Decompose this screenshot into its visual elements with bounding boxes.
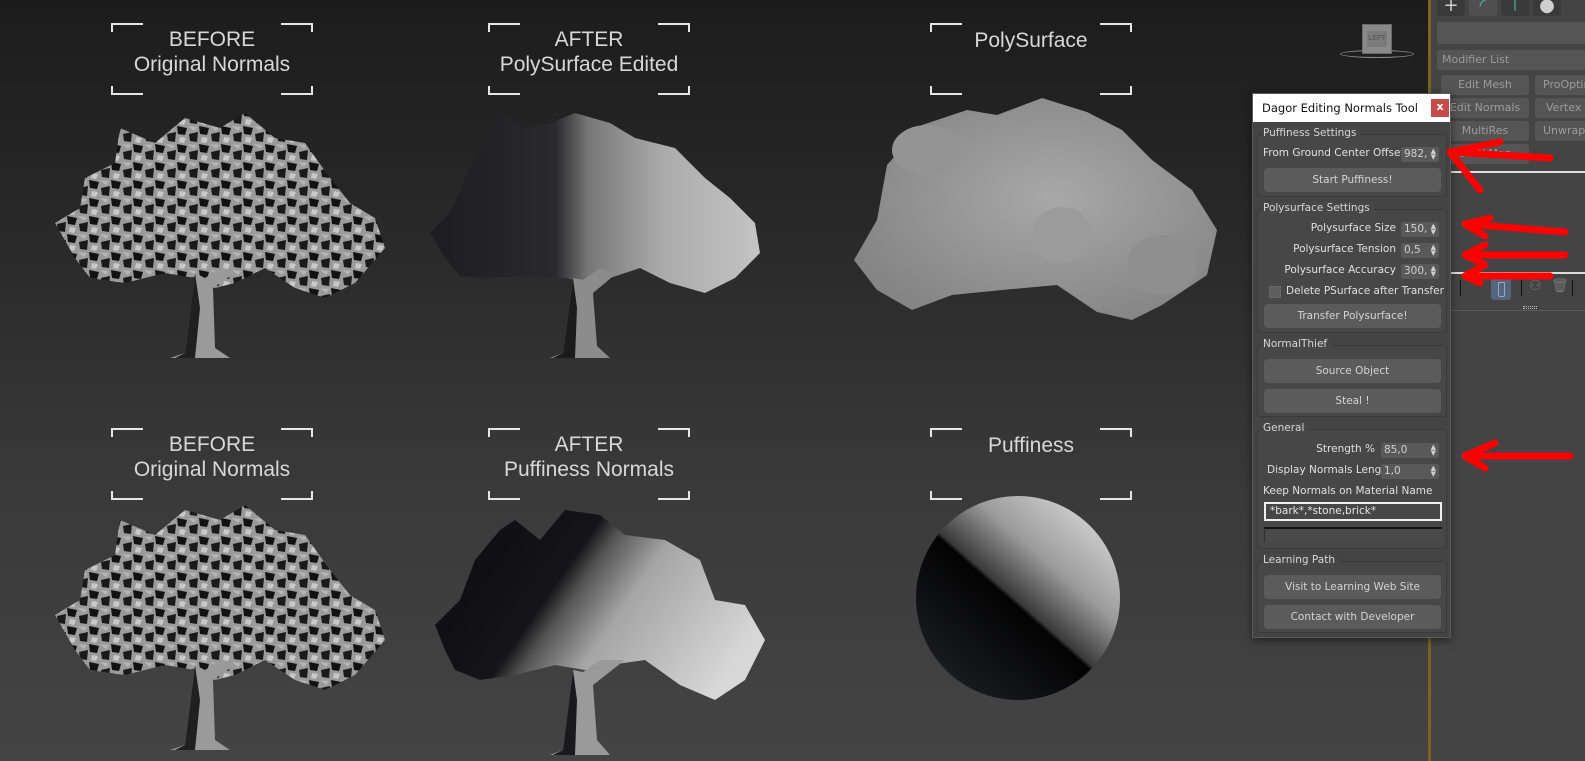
spinner-arrows-icon[interactable]: ▲ ▼ — [1431, 444, 1436, 457]
label-line2: Original Normals — [133, 458, 291, 481]
group-title: Puffiness Settings — [1263, 127, 1361, 139]
viewcube-label: LEFT — [1367, 31, 1387, 47]
polysurface-blob[interactable] — [852, 90, 1222, 325]
label-after-puffiness: AFTER Puffiness Normals — [488, 428, 690, 500]
contact-developer-button[interactable]: Contact with Developer — [1264, 605, 1441, 629]
viewcube-compass-ring[interactable] — [1340, 50, 1414, 58]
object-name-field[interactable] — [1437, 22, 1585, 44]
modifier-stack-top-divider — [1445, 171, 1585, 173]
modifier-list-dropdown[interactable]: Modifier List — [1437, 50, 1585, 70]
modifier-edit-mesh-button[interactable]: Edit Mesh — [1441, 75, 1529, 95]
tree-polysurface-edited[interactable] — [425, 108, 770, 363]
spinner-arrows-icon[interactable]: ▲ ▼ — [1431, 223, 1436, 236]
toolbar-separator — [1521, 280, 1522, 296]
polysurface-tension-label: Polysurface Tension — [1293, 243, 1396, 255]
label-polysurface: PolySurface — [930, 23, 1132, 95]
create-tab[interactable]: + — [1437, 0, 1465, 16]
modifier-uvw-map-button[interactable]: UVW Map — [1441, 144, 1529, 164]
spinner-value: 150, — [1404, 223, 1428, 235]
label-puffiness: Puffiness — [930, 428, 1132, 500]
show-end-result-button[interactable] — [1491, 278, 1511, 300]
dialog-title-bar[interactable]: Dagor Editing Normals Tool x — [1253, 94, 1450, 122]
spinner-arrows-icon[interactable]: ▲ ▼ — [1431, 265, 1436, 278]
spinner-value: 0,5 — [1404, 244, 1421, 256]
close-button[interactable]: x — [1431, 99, 1449, 117]
display-normals-length-spinner[interactable]: 1,0 ▲ ▼ — [1381, 464, 1439, 479]
strength-label: Strength % — [1316, 443, 1375, 455]
delete-psurface-checkbox[interactable] — [1269, 286, 1281, 298]
viewport[interactable]: BEFORE Original Normals AFTER PolySurfac… — [0, 0, 1428, 761]
display-normals-length-label: Display Normals Length — [1267, 464, 1393, 476]
label-after-polysurface: AFTER PolySurface Edited — [488, 23, 690, 95]
keep-normals-material-input[interactable]: *bark*,*stone,brick* — [1264, 502, 1442, 521]
source-object-button[interactable]: Source Object — [1264, 359, 1441, 383]
start-puffiness-button[interactable]: Start Puffiness! — [1264, 168, 1441, 192]
puffiness-sphere[interactable] — [915, 494, 1125, 704]
toolbar-separator — [1460, 280, 1461, 296]
visit-learning-site-button[interactable]: Visit to Learning Web Site — [1264, 575, 1441, 599]
label-before-original-bottom: BEFORE Original Normals — [111, 428, 313, 500]
keep-normals-label: Keep Normals on Material Name — [1263, 485, 1433, 497]
group-title: Learning Path — [1263, 554, 1339, 566]
learning-path-group: Learning Path Visit to Learning Web Site… — [1257, 554, 1447, 633]
spinner-arrows-icon[interactable]: ▲ ▼ — [1431, 148, 1436, 161]
spinner-value: 85,0 — [1384, 444, 1408, 456]
make-unique-icon[interactable]: ⚇ — [1529, 278, 1542, 294]
tree-original-normals-top[interactable] — [45, 108, 390, 363]
spinner-value: 1,0 — [1384, 465, 1401, 477]
spinner-value: 982, — [1404, 148, 1428, 160]
tree-original-normals-bottom[interactable] — [45, 500, 390, 755]
toolbar-separator — [1572, 280, 1573, 296]
label-before-original-top: BEFORE Original Normals — [111, 23, 313, 95]
normal-thief-group: NormalThief Source Object Steal ! — [1257, 338, 1447, 417]
polysurface-size-spinner[interactable]: 150, ▲ ▼ — [1401, 222, 1439, 237]
polysurface-size-label: Polysurface Size — [1310, 222, 1396, 234]
modify-icon: ◜ — [1479, 0, 1487, 16]
spinner-value: 300, — [1404, 265, 1428, 277]
modifier-stack-bottom-divider — [1445, 272, 1585, 274]
create-icon: + — [1443, 0, 1459, 16]
polysurface-settings-group: Polysurface Settings Polysurface Size 15… — [1257, 202, 1447, 333]
command-panel: + ◜ ⊤ ● Modifier List Edit Mesh ProOptim… — [1431, 0, 1585, 761]
dagor-editing-normals-dialog: Dagor Editing Normals Tool x Puffiness S… — [1252, 93, 1451, 638]
viewcube[interactable]: LEFT — [1340, 20, 1414, 60]
motion-tab[interactable]: ● — [1533, 0, 1561, 16]
polysurface-accuracy-spinner[interactable]: 300, ▲ ▼ — [1401, 264, 1439, 279]
spinner-arrows-icon[interactable]: ▲ ▼ — [1431, 465, 1436, 478]
group-title: General — [1263, 422, 1309, 434]
label-line2: PolySurface Edited — [499, 53, 679, 76]
polysurface-tension-spinner[interactable]: 0,5 ▲ ▼ — [1401, 243, 1439, 258]
spinner-arrows-icon[interactable]: ▲ ▼ — [1431, 244, 1436, 257]
command-panel-tabs: + ◜ ⊤ ● — [1431, 0, 1585, 16]
general-group: General Strength % 85,0 ▲ ▼ Display Norma… — [1257, 422, 1447, 549]
ground-offset-label: From Ground Center Offset — [1263, 147, 1405, 159]
modifier-unwrap-uvw-button[interactable]: Unwrap UVW — [1535, 121, 1585, 141]
hierarchy-tab[interactable]: ⊤ — [1501, 0, 1529, 16]
remove-modifier-icon[interactable]: 🗑 — [1551, 278, 1569, 294]
modifier-edit-normals-button[interactable]: Edit Normals — [1441, 98, 1529, 118]
motion-icon: ● — [1539, 0, 1555, 16]
label-line2: Puffiness Normals — [503, 458, 674, 481]
strength-spinner[interactable]: 85,0 ▲ ▼ — [1381, 443, 1439, 458]
modifier-multires-button[interactable]: MultiRes — [1441, 121, 1529, 141]
progress-bar — [1264, 527, 1442, 542]
polysurface-accuracy-label: Polysurface Accuracy — [1284, 264, 1396, 276]
label-line2: Original Normals — [133, 53, 291, 76]
hierarchy-icon: ⊤ — [1507, 0, 1523, 16]
puffiness-settings-group: Puffiness Settings From Ground Center Of… — [1257, 127, 1447, 197]
modifier-vertex-weld-button[interactable]: Vertex Weld — [1535, 98, 1585, 118]
group-title: NormalThief — [1263, 338, 1332, 350]
group-title: Polysurface Settings — [1263, 202, 1374, 214]
delete-psurface-label: Delete PSurface after Transfer — [1286, 285, 1444, 297]
ground-offset-spinner[interactable]: 982, ▲ ▼ — [1401, 147, 1439, 162]
modifier-stack-toolbar: › ⚇ 🗑 — [1445, 276, 1585, 302]
modifier-prooptimizer-button[interactable]: ProOptimizer — [1535, 75, 1585, 95]
tree-puffiness-normals[interactable] — [425, 500, 770, 755]
stack-separator — [1445, 310, 1585, 311]
transfer-polysurface-button[interactable]: Transfer Polysurface! — [1264, 304, 1441, 328]
panel-resize-grip[interactable] — [1523, 306, 1537, 309]
modify-tab[interactable]: ◜ — [1469, 0, 1497, 16]
dialog-title: Dagor Editing Normals Tool — [1262, 101, 1418, 115]
steal-button[interactable]: Steal ! — [1264, 389, 1441, 413]
